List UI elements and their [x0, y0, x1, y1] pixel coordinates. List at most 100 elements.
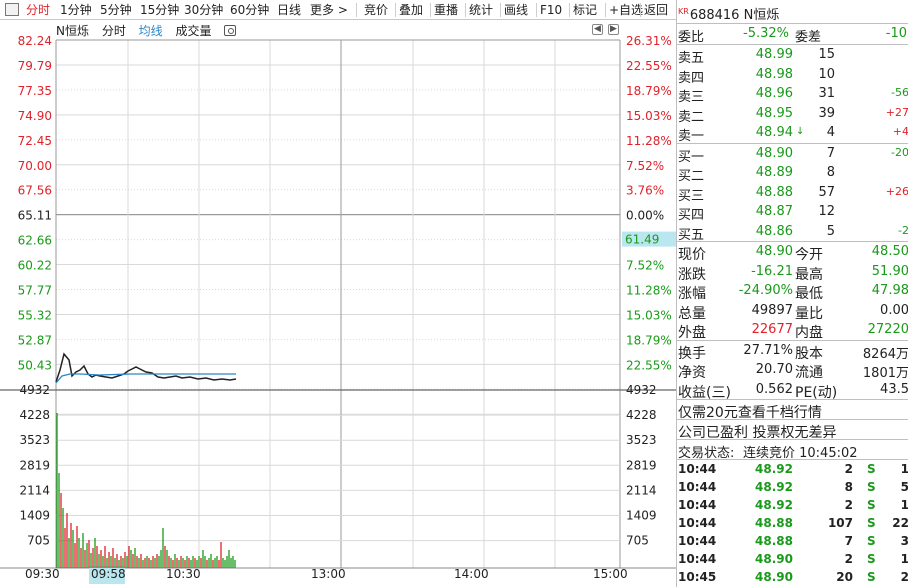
ask-label: 卖三	[678, 90, 705, 105]
stat-value: 0.00	[880, 302, 908, 318]
trade-volume: 2	[844, 462, 853, 476]
trade-time: 10:44	[678, 516, 717, 530]
toolbar-action-7[interactable]: +自选	[609, 0, 643, 20]
toolbar-action-2[interactable]: 重播	[434, 0, 458, 20]
bid-volume: 5	[826, 223, 835, 239]
trade-time: 10:44	[678, 552, 717, 566]
pct-tick: 7.52%	[626, 259, 664, 273]
notice-text: 公司已盈利 投票权无差异	[678, 425, 837, 441]
pct-tick: 15.03%	[626, 308, 672, 322]
chart-menu-icon[interactable]	[5, 3, 19, 16]
trade-side: S	[867, 552, 876, 566]
stat2-row: 净资 20.70 流通 1801万	[677, 360, 908, 381]
status-row: 交易状态: 连续竞价 10:45:02	[677, 440, 908, 461]
pct-tick: 11.28%	[626, 284, 672, 298]
bid-row: 买四 48.87 12	[677, 202, 908, 223]
stat-value: -24.90%	[738, 283, 793, 298]
trade-volume: 7	[844, 534, 853, 548]
trade-row: 10:44 48.92 2S1	[677, 496, 908, 514]
trade-side: S	[867, 516, 876, 530]
ask-row: 卖四 48.98 10	[677, 65, 908, 86]
ask-label: 卖一	[678, 129, 705, 144]
toolbar-action-5[interactable]: F10	[540, 0, 562, 20]
trade-price: 48.88	[755, 534, 793, 548]
ask-list: 卖五 48.99 15 卖四 48.98 10 卖三 48.96 31 -56 卖二 48.95 39 +…	[677, 45, 908, 144]
trade-volume: 107	[827, 516, 853, 530]
toolbar-divider	[430, 3, 431, 17]
stat-value: 47.98	[871, 283, 908, 298]
trade-volume: 20	[836, 570, 853, 584]
vol-tick-right: 705	[626, 534, 649, 548]
vol-tick-left: 2114	[19, 483, 50, 497]
bid-row: 买五 48.86 5 -2	[677, 222, 908, 243]
bid-volume: 57	[818, 184, 835, 200]
ask-change: +4	[892, 125, 908, 138]
promo-text[interactable]: 仅需20元查看千档行情	[678, 402, 822, 422]
toolbar-action-4[interactable]: 画线	[504, 0, 528, 20]
ask-row: 卖一 48.94 4 +4 ↓	[677, 123, 908, 144]
trade-volume: 8	[844, 480, 853, 494]
tab-1[interactable]: 1分钟	[60, 0, 92, 20]
trade-count: 1	[889, 462, 908, 476]
toolbar-action-0[interactable]: 竞价	[364, 0, 388, 20]
stat-value: 43.5	[880, 381, 908, 397]
toolbar-action-1[interactable]: 叠加	[399, 0, 423, 20]
price-tick: 70.00	[18, 159, 52, 173]
price-tick: 72.45	[18, 134, 52, 148]
stat-value: 48.90	[755, 244, 793, 259]
ask-label: 卖五	[678, 51, 705, 66]
trade-count: 1	[889, 552, 908, 566]
tab-2[interactable]: 5分钟	[100, 0, 132, 20]
price-tick: 60.22	[18, 259, 52, 273]
toolbar-divider	[395, 3, 396, 17]
trade-count: 22	[892, 516, 908, 530]
price-tick: 50.43	[18, 358, 52, 372]
tab-0[interactable]: 分时	[26, 0, 50, 20]
bid-volume: 12	[818, 204, 835, 219]
ask-row: 卖二 48.95 39 +27	[677, 104, 908, 125]
tab-3[interactable]: 15分钟	[140, 0, 179, 20]
bid-change: -20	[891, 145, 908, 159]
stock-name: N恒烁	[743, 8, 780, 23]
stat-value: 0.562	[755, 381, 793, 397]
trade-row: 10:44 48.88 7S3	[677, 532, 908, 550]
vol-tick-left: 4932	[19, 383, 50, 397]
pct-tick: 15.03%	[626, 109, 672, 123]
trade-side: S	[867, 480, 876, 494]
trade-side: S	[867, 534, 876, 548]
tab-4[interactable]: 30分钟	[184, 0, 223, 20]
tab-5[interactable]: 60分钟	[230, 0, 269, 20]
trade-time: 10:44	[678, 498, 717, 512]
stat-row: 总量 49897 量比 0.00	[677, 301, 908, 322]
price-tick: 67.56	[18, 184, 52, 198]
time-tick: 13:00	[311, 567, 346, 581]
notice-row: 公司已盈利 投票权无差异	[677, 420, 908, 441]
stats2-list: 换手 27.71% 股本 8264万 净资 20.70 流通 1801万 收益(三) 0.562 P…	[677, 341, 908, 401]
stat-label: 内盘	[795, 325, 823, 341]
toolbar-divider	[356, 3, 357, 17]
stat-value: 20.70	[755, 362, 793, 377]
weibi-row: 委比 -5.32% 委差 -10	[677, 24, 908, 45]
toolbar-action-6[interactable]: 标记	[573, 0, 597, 20]
stat-row: 涨跌 -16.21 最高 51.90	[677, 262, 908, 283]
trade-count: 2	[889, 570, 908, 584]
intraday-chart[interactable]: 82.24 79.79 77.35 74.90 72.45 70.00 67.56 65.11…	[0, 20, 676, 587]
stat2-row: 换手 27.71% 股本 8264万	[677, 341, 908, 362]
bid-row: 买二 48.89 8	[677, 163, 908, 184]
toolbar-action-8[interactable]: 返回	[644, 0, 668, 20]
pct-tick: 0.00%	[626, 209, 664, 223]
vol-tick-right: 4932	[626, 383, 657, 397]
tab-6[interactable]: 日线	[277, 0, 301, 20]
price-tick: 77.35	[18, 84, 52, 98]
stat-row: 现价 48.90 今开 48.50	[677, 242, 908, 263]
stat-value: 27.71%	[743, 342, 793, 358]
toolbar-action-3[interactable]: 统计	[469, 0, 493, 20]
tab-7[interactable]: 更多 >	[310, 0, 348, 20]
time-tick: 15:00	[593, 567, 628, 581]
bid-row: 买三 48.88 57 +26	[677, 183, 908, 204]
vol-tick-left: 4228	[19, 408, 50, 422]
ask-volume: 31	[818, 86, 835, 101]
status-value: 连续竞价 10:45:02	[743, 446, 858, 461]
promo-row[interactable]: 仅需20元查看千档行情	[677, 400, 908, 422]
trade-ticker: 10:4448.922S110:4448.928S510:4448.922S11…	[677, 460, 908, 586]
